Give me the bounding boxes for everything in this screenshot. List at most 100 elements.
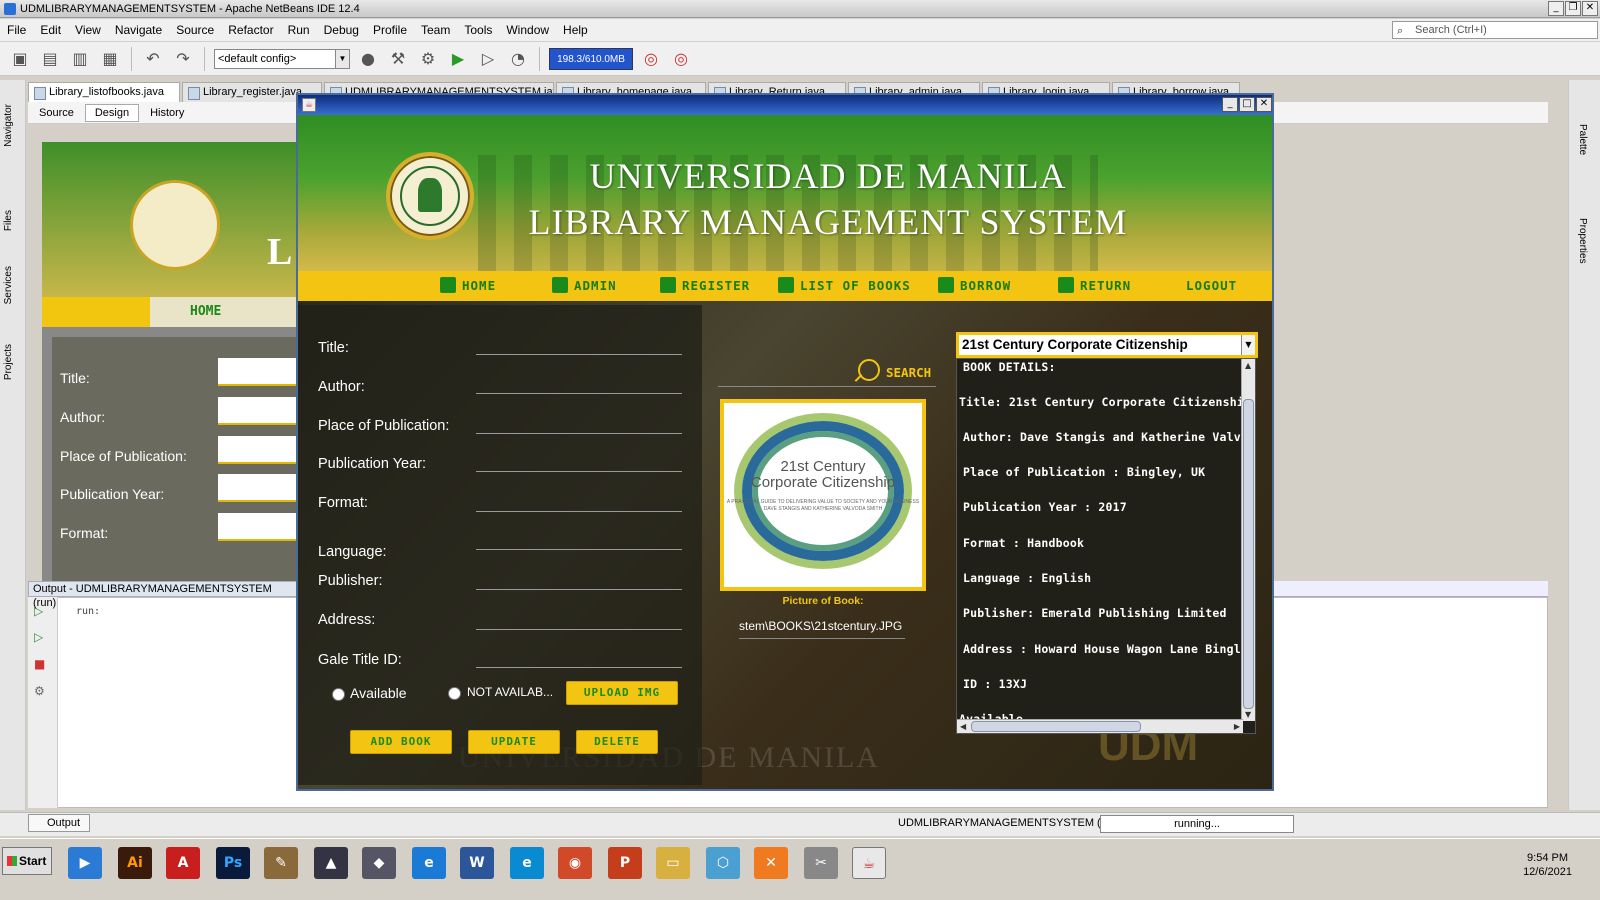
debug-icon[interactable]: ▷	[476, 47, 500, 71]
memory-indicator[interactable]: 198.3/610.0MB	[549, 47, 633, 70]
tab-source[interactable]: Source	[30, 105, 83, 121]
inkscape-icon[interactable]: ▲	[314, 847, 348, 879]
title-field[interactable]	[476, 354, 682, 355]
new-file-icon[interactable]: ▣	[8, 47, 32, 71]
year-field[interactable]	[476, 471, 682, 472]
add-book-button[interactable]: ADD BOOK	[350, 730, 452, 754]
palette-tab[interactable]: Palette	[1577, 124, 1588, 155]
stop-icon[interactable]: ■	[34, 657, 48, 671]
update-button[interactable]: UPDATE	[468, 730, 560, 754]
nav-register[interactable]: REGISTER	[660, 271, 750, 301]
author-field[interactable]	[476, 393, 682, 394]
files-tab[interactable]: Files	[3, 210, 14, 231]
snapshot-icon[interactable]: ◎	[669, 47, 693, 71]
ide-search-input[interactable]: ⌕ Search (Ctrl+I)	[1392, 21, 1598, 39]
clean-build-icon[interactable]: ⚙	[416, 47, 440, 71]
save-all-icon[interactable]: ▦	[98, 47, 122, 71]
illustrator-icon[interactable]: Ai	[118, 847, 152, 879]
snipping-tool-icon[interactable]: ✂	[804, 847, 838, 879]
start-button[interactable]: Start	[2, 847, 52, 875]
format-field[interactable]	[476, 511, 682, 512]
rerun-debug-icon[interactable]: ▷	[34, 630, 48, 644]
radio-not-available[interactable]	[448, 687, 461, 700]
java-icon[interactable]: ☕	[852, 847, 886, 879]
menu-file[interactable]: File	[0, 23, 33, 37]
menu-run[interactable]: Run	[281, 23, 317, 37]
minimize-button[interactable]: _	[1548, 1, 1564, 16]
close-button[interactable]: ✕	[1582, 1, 1598, 16]
profile-icon[interactable]: ◔	[506, 47, 530, 71]
projects-tab[interactable]: Projects	[3, 344, 14, 380]
image-path-field[interactable]: stem\BOOKS\21stcentury.JPG	[739, 619, 905, 639]
undo-icon[interactable]: ↶	[141, 47, 165, 71]
details-horizontal-scrollbar[interactable]: ◀ ▶	[957, 719, 1243, 733]
gale-id-field[interactable]	[476, 667, 682, 668]
menu-help[interactable]: Help	[556, 23, 595, 37]
output-title[interactable]: Output - UDMLIBRARYMANAGEMENTSYSTEM (run…	[28, 581, 298, 609]
menu-view[interactable]: View	[68, 23, 108, 37]
menu-refactor[interactable]: Refactor	[221, 23, 280, 37]
menu-profile[interactable]: Profile	[366, 23, 414, 37]
nav-list-of-books[interactable]: LIST OF BOOKS	[778, 271, 911, 301]
menu-debug[interactable]: Debug	[317, 23, 366, 37]
menu-source[interactable]: Source	[169, 23, 221, 37]
app-minimize-button[interactable]: _	[1222, 97, 1238, 112]
nav-borrow[interactable]: BORROW	[938, 271, 1011, 301]
redo-icon[interactable]: ↷	[171, 47, 195, 71]
folder-icon[interactable]: ▭	[656, 847, 690, 879]
menu-tools[interactable]: Tools	[457, 23, 499, 37]
new-project-icon[interactable]: ▤	[38, 47, 62, 71]
photoshop-icon[interactable]: Ps	[216, 847, 250, 879]
menu-edit[interactable]: Edit	[33, 23, 68, 37]
menu-window[interactable]: Window	[499, 23, 556, 37]
navigator-tab[interactable]: Navigator	[3, 104, 14, 147]
services-tab[interactable]: Services	[3, 266, 14, 304]
nav-home[interactable]: HOME	[440, 271, 496, 301]
xampp-icon[interactable]: ✕	[754, 847, 788, 879]
build-icon[interactable]: ⚒	[386, 47, 410, 71]
editor-tab[interactable]: Library_listofbooks.java	[28, 82, 180, 102]
virtualbox-icon[interactable]: ⬡	[706, 847, 740, 879]
place-field[interactable]	[476, 433, 682, 434]
globe-icon[interactable]: ●	[356, 47, 380, 71]
open-project-icon[interactable]: ▥	[68, 47, 92, 71]
word-icon[interactable]: W	[460, 847, 494, 879]
progress-bar[interactable]: running...	[1100, 815, 1294, 833]
delete-button[interactable]: DELETE	[576, 730, 658, 754]
app-close-button[interactable]: ✕	[1256, 97, 1272, 112]
run-icon[interactable]: ▶	[446, 47, 470, 71]
powerpoint-icon[interactable]: P	[608, 847, 642, 879]
output-tab[interactable]: Output	[28, 814, 90, 832]
tab-design[interactable]: Design	[84, 103, 140, 122]
nav-admin-label: ADMIN	[574, 278, 617, 293]
menu-team[interactable]: Team	[414, 23, 457, 37]
config-select[interactable]: <default config> ▼	[214, 48, 350, 69]
publisher-field[interactable]	[476, 589, 682, 590]
search-label[interactable]: SEARCH	[886, 365, 931, 380]
nav-return[interactable]: RETURN	[1058, 271, 1131, 301]
gc-icon[interactable]: ◎	[639, 47, 663, 71]
clock[interactable]: 9:54 PM 12/6/2021	[1523, 851, 1572, 879]
menu-navigate[interactable]: Navigate	[108, 23, 169, 37]
edge-icon[interactable]: e	[510, 847, 544, 879]
book-select[interactable]: 21st Century Corporate Citizenship ▼	[956, 332, 1258, 358]
acrobat-icon[interactable]: A	[166, 847, 200, 879]
tab-history[interactable]: History	[141, 105, 193, 121]
upload-img-button[interactable]: UPLOAD IMG	[566, 681, 678, 705]
properties-tab[interactable]: Properties	[1577, 218, 1588, 264]
nav-admin[interactable]: ADMIN	[552, 271, 617, 301]
settings-icon[interactable]: ⚙	[34, 684, 48, 698]
media-player-icon[interactable]: ▶	[68, 847, 102, 879]
app-maximize-button[interactable]: □	[1239, 97, 1255, 112]
language-field[interactable]	[476, 549, 682, 550]
nav-logout[interactable]: LOGOUT	[1186, 271, 1237, 301]
internet-explorer-icon[interactable]: e	[412, 847, 446, 879]
app-icon[interactable]: ◆	[362, 847, 396, 879]
radio-available[interactable]	[332, 688, 345, 701]
chrome-icon[interactable]: ◉	[558, 847, 592, 879]
search-field[interactable]: SEARCH	[718, 357, 936, 387]
address-field[interactable]	[476, 629, 682, 630]
restore-button[interactable]: ❐	[1565, 1, 1581, 16]
pencil-icon[interactable]: ✎	[264, 847, 298, 879]
details-vertical-scrollbar[interactable]: ▲ ▼	[1241, 359, 1255, 721]
